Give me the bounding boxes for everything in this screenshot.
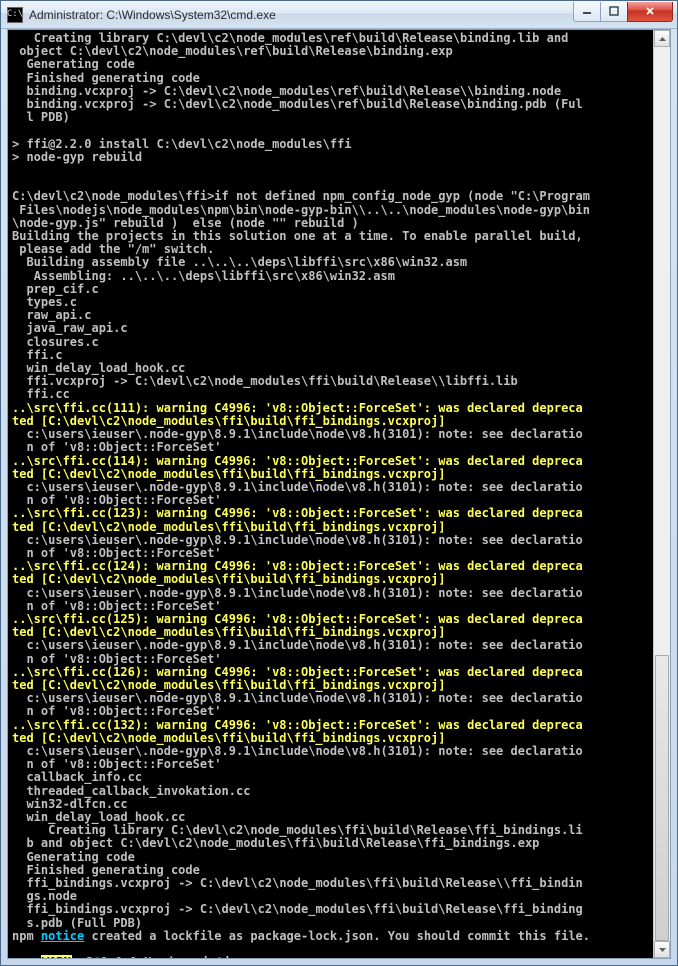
- chevron-down-icon: [659, 948, 666, 952]
- close-icon: [645, 6, 655, 16]
- scroll-track[interactable]: [654, 47, 670, 941]
- cmd-window: C:\ Administrator: C:\Windows\System32\c…: [0, 0, 678, 966]
- window-controls: [574, 2, 673, 22]
- close-button[interactable]: [627, 2, 673, 22]
- cmd-icon: C:\: [7, 7, 23, 23]
- client-area: Creating library C:\devl\c2\node_modules…: [7, 29, 671, 959]
- minimize-icon: [582, 6, 592, 16]
- minimize-button[interactable]: [573, 2, 601, 22]
- window-title: Administrator: C:\Windows\System32\cmd.e…: [29, 8, 574, 22]
- maximize-button[interactable]: [600, 2, 628, 22]
- scroll-down-button[interactable]: [654, 941, 670, 958]
- vertical-scrollbar[interactable]: [653, 30, 670, 958]
- maximize-icon: [609, 6, 619, 16]
- chevron-up-icon: [659, 37, 666, 41]
- titlebar[interactable]: C:\ Administrator: C:\Windows\System32\c…: [1, 1, 677, 29]
- console-output[interactable]: Creating library C:\devl\c2\node_modules…: [8, 30, 670, 958]
- scroll-thumb[interactable]: [655, 655, 669, 941]
- scroll-up-button[interactable]: [654, 30, 670, 47]
